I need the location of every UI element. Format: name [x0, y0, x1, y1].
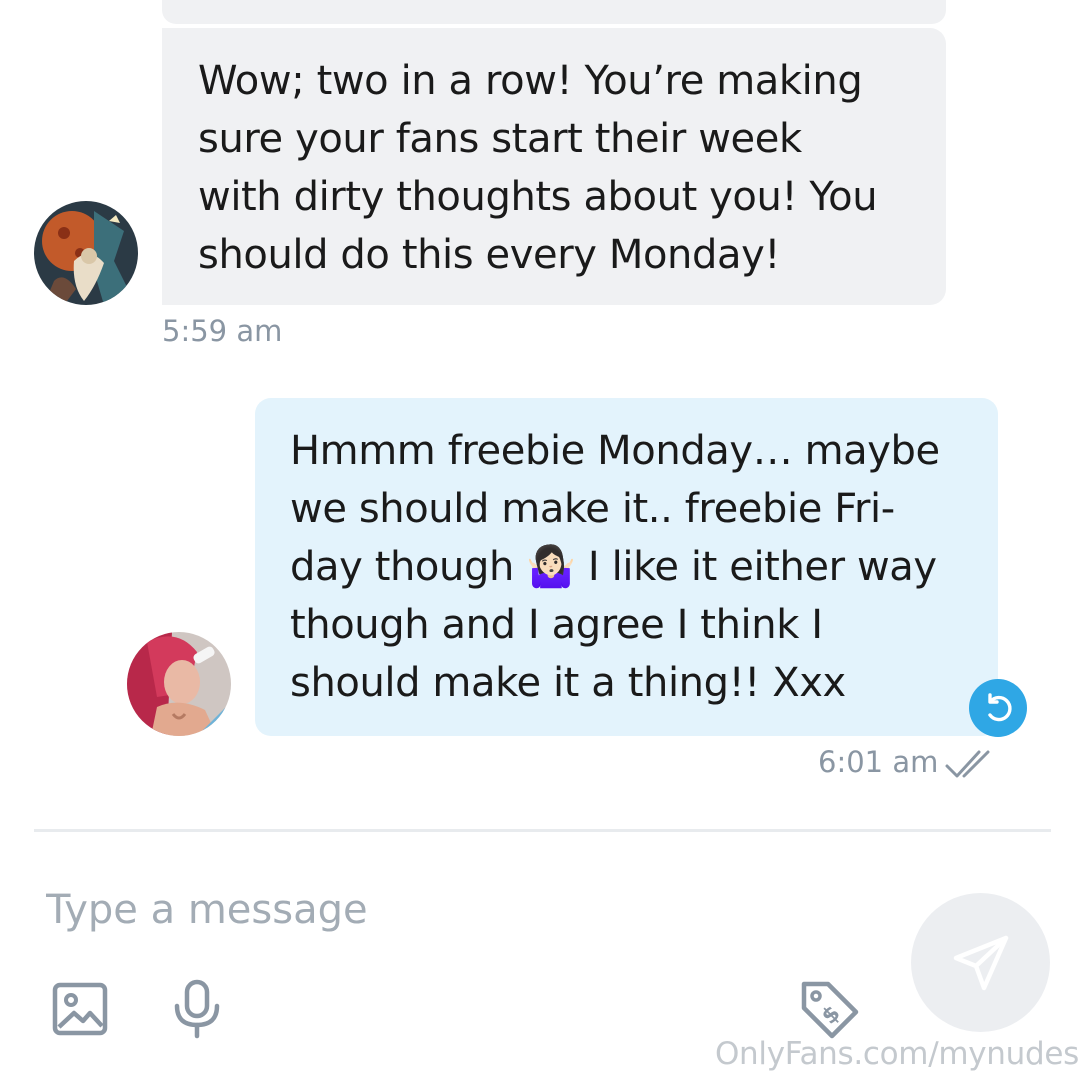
message-input[interactable]: [46, 878, 886, 942]
send-button[interactable]: [911, 893, 1050, 1032]
image-icon[interactable]: [52, 980, 108, 1036]
price-tag-icon[interactable]: $: [798, 978, 862, 1042]
watermark-text: OnlyFans.com/mynudes: [714, 1036, 1079, 1072]
outgoing-message-time: 6:01 am: [818, 745, 939, 779]
double-check-icon: [944, 748, 1000, 786]
incoming-message-time: 5:59 am: [162, 314, 283, 348]
own-avatar[interactable]: [127, 632, 231, 736]
incoming-message-bubble: Wow; two in a row! You’re making sure yo…: [162, 28, 946, 305]
microphone-icon[interactable]: [170, 978, 224, 1040]
sender-avatar[interactable]: [34, 201, 138, 305]
previous-message-bubble: [162, 0, 946, 24]
outgoing-message-bubble: Hmmm freebie Monday… maybe we should mak…: [255, 398, 998, 736]
send-icon: [953, 935, 1008, 990]
undo-icon[interactable]: [969, 679, 1027, 737]
composer-divider: [34, 829, 1051, 832]
